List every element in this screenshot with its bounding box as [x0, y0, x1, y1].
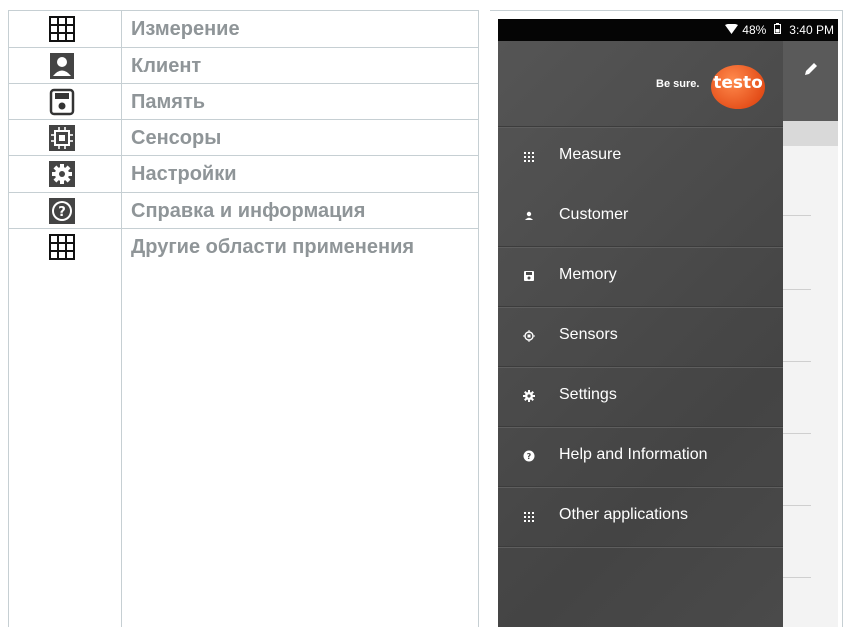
chip-icon	[522, 329, 536, 343]
menu-label: Settings	[559, 386, 617, 403]
table-border	[8, 119, 478, 120]
svg-text:?: ?	[527, 452, 532, 461]
svg-text:?: ?	[58, 205, 66, 220]
divider	[498, 126, 783, 127]
app-screenshot: 48% 3:40 PM Be sure. testo Measure Custo…	[498, 19, 838, 627]
divider	[498, 486, 783, 487]
divider	[783, 505, 811, 506]
status-bar: 48% 3:40 PM	[498, 19, 838, 41]
table-border	[8, 83, 478, 84]
menu-item-memory[interactable]: Memory	[498, 246, 783, 306]
person-icon	[522, 209, 536, 223]
table-border	[8, 10, 9, 627]
menu-item-measure[interactable]: Measure	[498, 126, 783, 186]
divider	[498, 306, 783, 307]
grid-icon	[48, 233, 76, 261]
table-border	[8, 155, 478, 156]
row-label: Клиент	[131, 55, 202, 77]
table-border	[121, 10, 122, 627]
floppy-icon	[522, 269, 536, 283]
help-icon: ?	[48, 197, 76, 225]
menu-item-help[interactable]: ? Help and Information	[498, 426, 783, 486]
divider	[783, 577, 811, 578]
app-toolbar	[783, 41, 838, 121]
menu-label: Help and Information	[559, 446, 708, 463]
table-border	[8, 47, 478, 48]
menu-label: Measure	[559, 146, 622, 163]
row-label: Справка и информация	[131, 200, 366, 222]
row-label: Настройки	[131, 163, 237, 185]
menu-spacer	[498, 546, 783, 606]
brand-slogan: Be sure.	[656, 78, 700, 90]
table-border	[8, 192, 478, 193]
drawer-header: Be sure. testo	[498, 41, 783, 126]
gear-icon	[522, 389, 536, 403]
divider	[783, 433, 811, 434]
menu-label: Memory	[559, 266, 617, 283]
grid-icon	[48, 15, 76, 43]
table-border	[8, 10, 478, 11]
menu-item-other-applications[interactable]: Other applications	[498, 486, 783, 546]
help-icon: ?	[522, 449, 536, 463]
logo-text: testo	[713, 73, 763, 93]
row-label: Измерение	[131, 18, 240, 40]
menu-label: Other applications	[559, 506, 688, 523]
wifi-icon	[725, 23, 739, 37]
battery-icon	[774, 23, 782, 37]
person-icon	[48, 52, 76, 80]
pencil-icon[interactable]	[803, 61, 819, 82]
grid-icon	[522, 509, 536, 523]
table-border	[842, 10, 843, 627]
menu-label: Sensors	[559, 326, 618, 343]
row-label: Другие области применения	[131, 236, 415, 258]
divider	[498, 546, 783, 547]
navigation-drawer: Be sure. testo Measure Customer Memory S…	[498, 41, 783, 627]
menu-item-customer[interactable]: Customer	[498, 186, 783, 246]
menu-label: Customer	[559, 206, 629, 223]
testo-logo: testo	[711, 65, 765, 109]
chip-icon	[48, 124, 76, 152]
row-label: Память	[131, 91, 206, 113]
table-border	[490, 10, 842, 11]
content-header	[783, 121, 838, 146]
menu-item-sensors[interactable]: Sensors	[498, 306, 783, 366]
divider	[783, 289, 811, 290]
grid-icon	[522, 149, 536, 163]
divider	[498, 426, 783, 427]
gear-icon	[48, 160, 76, 188]
divider	[783, 215, 811, 216]
status-time: 3:40 PM	[789, 23, 834, 37]
table-border	[8, 228, 478, 229]
divider	[498, 246, 783, 247]
divider	[498, 366, 783, 367]
floppy-icon	[48, 88, 76, 116]
row-label: Сенсоры	[131, 127, 222, 149]
divider	[783, 361, 811, 362]
table-border	[478, 10, 479, 627]
battery-level: 48%	[742, 23, 767, 37]
menu-item-settings[interactable]: Settings	[498, 366, 783, 426]
